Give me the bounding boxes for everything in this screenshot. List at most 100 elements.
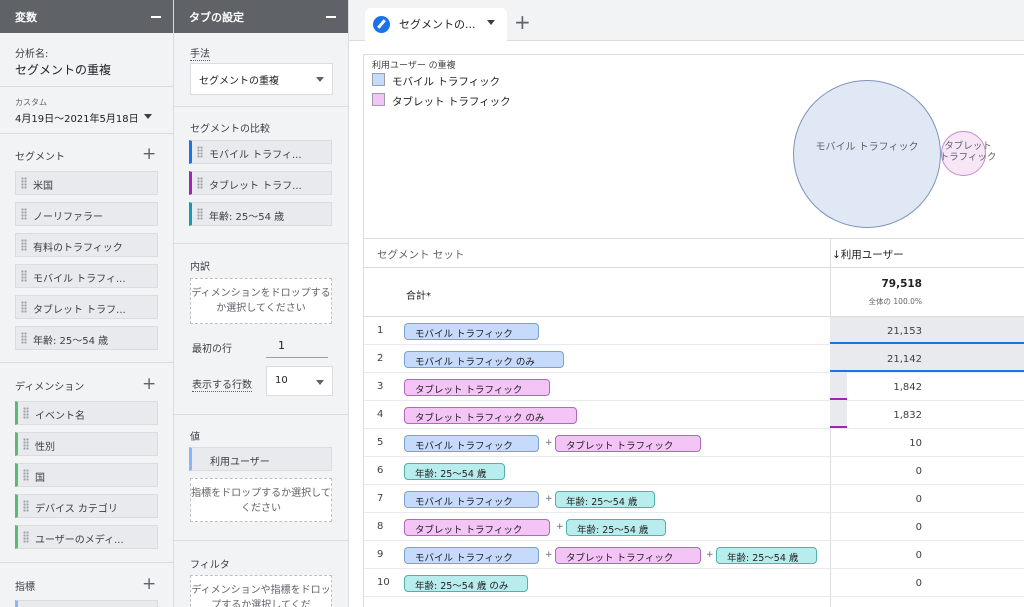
add-metric-icon[interactable]: +: [142, 576, 156, 593]
variables-title: 変数: [15, 11, 37, 24]
drag-handle-icon[interactable]: [197, 208, 203, 220]
variables-header: 変数: [0, 0, 173, 33]
row-value: 1,832: [893, 410, 922, 421]
venn-circle-mobile[interactable]: モバイル トラフィック: [793, 80, 941, 228]
dimension-chip[interactable]: デバイス カテゴリ: [15, 494, 158, 518]
segment-pill-tablet: タブレット トラフィック: [555, 547, 701, 564]
table-row[interactable]: 4 タブレット トラフィック のみ 1,832: [364, 401, 1024, 429]
tab-menu-icon[interactable]: [487, 20, 495, 25]
drag-handle-icon[interactable]: [21, 177, 27, 189]
segment-chip[interactable]: 年齢: 25～54 歳: [15, 326, 158, 350]
drag-handle-icon[interactable]: [21, 301, 27, 313]
dropdown-arrow-icon: [316, 380, 324, 385]
add-tab-button[interactable]: +: [514, 12, 531, 32]
segment-chip[interactable]: ノーリファラー: [15, 202, 158, 226]
row-value: 0: [915, 466, 922, 477]
edit-pencil-icon: [373, 16, 390, 33]
drag-handle-icon[interactable]: [23, 469, 29, 481]
compare-segment-tablet[interactable]: タブレット トラフ...: [189, 171, 332, 195]
table-row[interactable]: 9 モバイル トラフィック + タブレット トラフィック + 年齢: 25～54…: [364, 541, 1024, 569]
row-value: 21,153: [887, 326, 922, 337]
segment-pill-age: 年齢: 25～54 歳: [566, 519, 666, 536]
compare-segment-mobile[interactable]: モバイル トラフィ...: [189, 140, 332, 164]
drag-handle-icon[interactable]: [23, 407, 29, 419]
segment-chip[interactable]: 有料のトラフィック: [15, 233, 158, 257]
date-range[interactable]: 4月19日～2021年5月18日: [15, 110, 139, 125]
row-value: 0: [915, 550, 922, 561]
dimension-chip[interactable]: 性別: [15, 432, 158, 456]
drag-handle-icon[interactable]: [23, 531, 29, 543]
segment-pill-mobile: モバイル トラフィック: [404, 435, 539, 452]
row-value: 1,842: [893, 382, 922, 393]
tab-settings-panel: タブの設定 手法 セグメントの重複 セグメントの比較 モバイル トラフィ... …: [174, 0, 349, 607]
add-dimension-icon[interactable]: +: [142, 376, 156, 393]
rows-select[interactable]: 10: [266, 366, 333, 396]
table-row[interactable]: 2 モバイル トラフィック のみ 21,142: [364, 345, 1024, 373]
analysis-name-label: 分析名:: [15, 49, 49, 60]
total-label: 合計*: [406, 291, 431, 302]
rows-label: 表示する行数: [192, 376, 252, 392]
drag-handle-icon[interactable]: [197, 146, 203, 158]
legend-tablet[interactable]: タブレット トラフィック: [392, 94, 511, 109]
add-segment-icon[interactable]: +: [142, 146, 156, 163]
tab-settings-title: タブの設定: [189, 11, 244, 24]
drag-handle-icon[interactable]: [21, 208, 27, 220]
filter-drop-zone[interactable]: ディメンションや指標をドロップするか選択してくだ: [190, 575, 332, 607]
dimension-chip[interactable]: イベント名: [15, 401, 158, 425]
breakdown-label: 内訳: [190, 262, 210, 273]
first-row-input[interactable]: 1: [266, 336, 328, 358]
table-row[interactable]: 5 モバイル トラフィック + タブレット トラフィック 10: [364, 429, 1024, 457]
metric-chip[interactable]: [15, 600, 158, 607]
compare-segment-age[interactable]: 年齢: 25～54 歳: [189, 202, 332, 226]
minimize-icon[interactable]: [151, 9, 161, 19]
segment-chip[interactable]: モバイル トラフィ...: [15, 264, 158, 288]
minimize-icon[interactable]: [326, 9, 336, 19]
date-dropdown-icon[interactable]: [144, 114, 152, 119]
dropdown-arrow-icon: [316, 77, 324, 82]
table-row[interactable]: 10 年齢: 25～54 歳 のみ 0: [364, 569, 1024, 597]
dimension-chip[interactable]: 国: [15, 463, 158, 487]
segment-pill-mobile: モバイル トラフィック: [404, 491, 539, 508]
drag-handle-icon[interactable]: [197, 177, 203, 189]
users-column-header[interactable]: ↓利用ユーザー: [832, 247, 904, 262]
table-row[interactable]: 6 年齢: 25～54 歳 0: [364, 457, 1024, 485]
filter-label: フィルタ: [190, 560, 230, 571]
exploration-app: 変数 分析名: セグメントの重複 カスタム 4月19日～2021年5月18日 セ…: [0, 0, 1024, 607]
values-label: 値: [190, 432, 200, 443]
segment-chip[interactable]: タブレット トラフ...: [15, 295, 158, 319]
drag-handle-icon[interactable]: [23, 438, 29, 450]
table-row[interactable]: 1 モバイル トラフィック 21,153: [364, 317, 1024, 345]
row-value: 21,142: [887, 354, 922, 365]
segment-pill-tablet: タブレット トラフィック: [404, 519, 550, 536]
drag-handle-icon[interactable]: [21, 239, 27, 251]
table-row[interactable]: 3 タブレット トラフィック 1,842: [364, 373, 1024, 401]
analysis-name[interactable]: セグメントの重複: [15, 61, 111, 78]
values-drop-zone[interactable]: 指標をドロップするか選択してください: [190, 478, 332, 522]
values-metric-chip[interactable]: 利用ユーザー: [189, 447, 332, 471]
row-value: 0: [915, 578, 922, 589]
tab-bar: セグメントの... +: [349, 0, 1024, 41]
breakdown-drop-zone[interactable]: ディメンションをドロップするか選択してください: [190, 278, 332, 324]
venn-circle-tablet[interactable]: タブレット トラフィック: [940, 131, 996, 176]
legend-swatch-tablet: [372, 93, 385, 106]
drag-handle-icon[interactable]: [23, 500, 29, 512]
visualization-canvas: 利用ユーザー の重複 モバイル トラフィック タブレット トラフィック モバイル…: [363, 54, 1024, 607]
segment-pill-tablet: タブレット トラフィック: [404, 379, 550, 396]
variables-panel: 変数 分析名: セグメントの重複 カスタム 4月19日～2021年5月18日 セ…: [0, 0, 174, 607]
segments-label: セグメント: [15, 152, 65, 163]
drag-handle-icon[interactable]: [21, 270, 27, 282]
dimension-chip[interactable]: ユーザーのメディ...: [15, 525, 158, 549]
total-value: 79,518: [881, 278, 922, 290]
drag-handle-icon[interactable]: [21, 332, 27, 344]
tab-segment-overlap[interactable]: セグメントの...: [365, 8, 507, 41]
segment-chip[interactable]: 米国: [15, 171, 158, 195]
method-select[interactable]: セグメントの重複: [190, 63, 333, 95]
table-row[interactable]: 8 タブレット トラフィック + 年齢: 25～54 歳 0: [364, 513, 1024, 541]
legend-swatch-mobile: [372, 73, 385, 86]
venn-title: 利用ユーザー の重複: [372, 61, 456, 71]
row-value: 0: [915, 494, 922, 505]
table-row[interactable]: 7 モバイル トラフィック + 年齢: 25～54 歳 0: [364, 485, 1024, 513]
legend-mobile[interactable]: モバイル トラフィック: [392, 74, 500, 89]
total-percent: 全体の 100.0%: [868, 297, 922, 306]
compare-label: セグメントの比較: [190, 124, 270, 135]
